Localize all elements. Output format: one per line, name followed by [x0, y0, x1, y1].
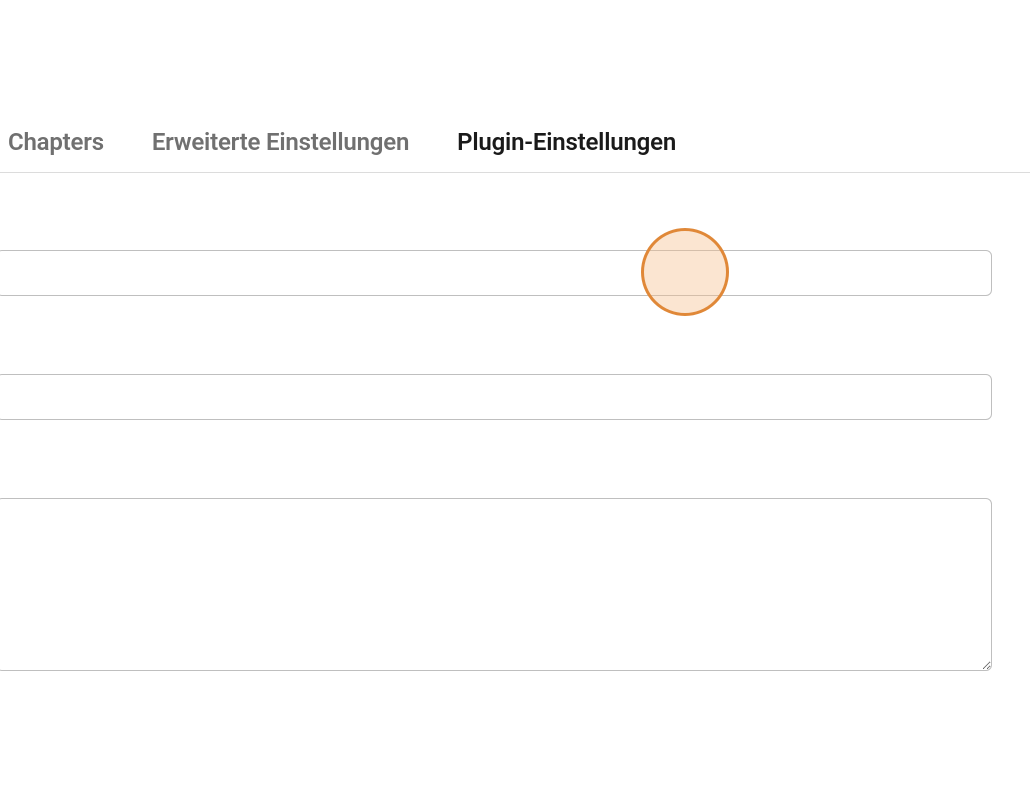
- input-field-2[interactable]: [0, 374, 992, 420]
- tabs-container: Chapters Erweiterte Einstellungen Plugin…: [0, 128, 1030, 173]
- textarea-field-3[interactable]: [0, 498, 992, 671]
- tab-chapters[interactable]: Chapters: [8, 128, 104, 172]
- form-container: [0, 173, 1030, 675]
- tab-plugin-settings[interactable]: Plugin-Einstellungen: [457, 128, 676, 172]
- tab-advanced-settings[interactable]: Erweiterte Einstellungen: [152, 128, 409, 172]
- input-field-1[interactable]: [0, 250, 992, 296]
